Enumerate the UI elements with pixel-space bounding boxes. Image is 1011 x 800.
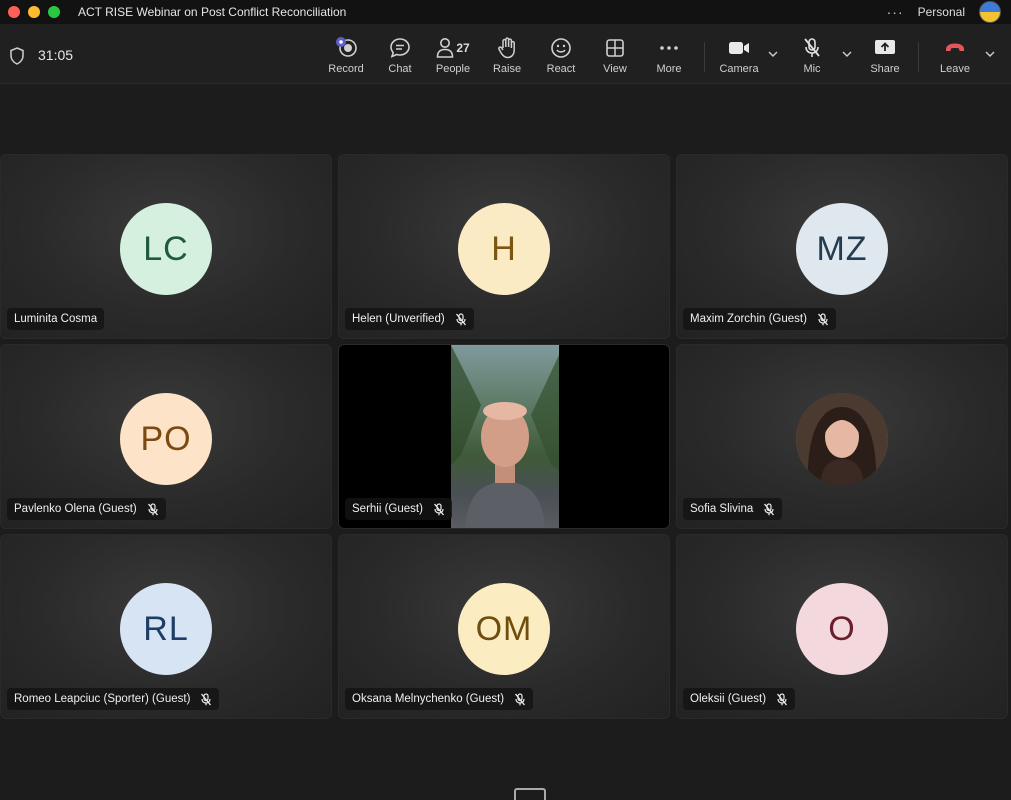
shield-icon[interactable] bbox=[9, 47, 25, 65]
camera-options-chevron-icon[interactable] bbox=[768, 50, 778, 58]
muted-mic-icon bbox=[763, 502, 775, 516]
window-title: ACT RISE Webinar on Post Conflict Reconc… bbox=[78, 5, 347, 19]
chat-icon bbox=[390, 38, 410, 58]
participant-tile[interactable]: O Oleksii (Guest) bbox=[676, 534, 1008, 719]
participant-video bbox=[451, 345, 559, 528]
participant-name: Luminita Cosma bbox=[14, 313, 98, 325]
leave-label: Leave bbox=[940, 63, 970, 75]
mic-label: Mic bbox=[803, 63, 821, 75]
zoom-window-button[interactable] bbox=[48, 6, 60, 18]
participant-tile[interactable]: OM Oksana Melnychenko (Guest) bbox=[338, 534, 670, 719]
view-button[interactable]: View bbox=[590, 36, 640, 75]
participant-name: Helen (Unverified) bbox=[352, 313, 445, 325]
title-bar: ACT RISE Webinar on Post Conflict Reconc… bbox=[0, 0, 1011, 24]
ellipsis-icon bbox=[660, 46, 678, 50]
share-label: Share bbox=[870, 63, 900, 75]
record-label: Record bbox=[328, 63, 364, 75]
participant-name-tag: Oksana Melnychenko (Guest) bbox=[345, 688, 534, 710]
people-icon bbox=[437, 38, 454, 58]
initials-avatar: MZ bbox=[796, 203, 888, 295]
share-screen-icon bbox=[875, 40, 895, 54]
meeting-toolbar: 31:05 Record Chat 27 People Raise React … bbox=[0, 24, 1011, 84]
participant-tile[interactable]: MZ Maxim Zorchin (Guest) bbox=[676, 154, 1008, 339]
more-button[interactable]: More bbox=[644, 36, 694, 75]
participant-name-tag: Romeo Leapciuc (Sporter) (Guest) bbox=[7, 688, 220, 710]
participant-name-tag: Luminita Cosma bbox=[7, 308, 105, 330]
more-label: More bbox=[656, 63, 682, 75]
minimize-window-button[interactable] bbox=[28, 6, 40, 18]
mic-button[interactable]: Mic bbox=[787, 36, 837, 75]
muted-mic-icon bbox=[455, 312, 467, 326]
people-count: 27 bbox=[456, 41, 470, 55]
toolbar-divider bbox=[918, 42, 919, 72]
profile-avatar[interactable] bbox=[979, 1, 1001, 23]
participant-tile[interactable]: Sofia Slivina bbox=[676, 344, 1008, 529]
hang-up-icon bbox=[946, 43, 964, 51]
muted-mic-icon bbox=[147, 502, 159, 516]
chat-label: Chat bbox=[388, 63, 412, 75]
profile-photo-avatar bbox=[796, 393, 888, 485]
initials-avatar: PO bbox=[120, 393, 212, 485]
close-window-button[interactable] bbox=[8, 6, 20, 18]
muted-mic-icon bbox=[433, 502, 445, 516]
muted-mic-icon bbox=[776, 692, 788, 706]
muted-mic-icon bbox=[200, 692, 212, 706]
mic-options-chevron-icon[interactable] bbox=[842, 50, 852, 58]
meeting-timer: 31:05 bbox=[38, 47, 74, 63]
muted-mic-icon bbox=[817, 312, 829, 326]
camera-label: Camera bbox=[719, 63, 759, 75]
raise-label: Raise bbox=[492, 63, 522, 75]
initials-avatar: H bbox=[458, 203, 550, 295]
share-button[interactable]: Share bbox=[860, 36, 910, 75]
participant-name: Maxim Zorchin (Guest) bbox=[690, 313, 807, 325]
camera-button[interactable]: Camera bbox=[714, 36, 764, 75]
participant-tile[interactable]: Serhii (Guest) bbox=[338, 344, 670, 529]
account-label[interactable]: Personal bbox=[918, 5, 965, 19]
raise-hand-button[interactable]: Raise bbox=[482, 36, 532, 75]
participant-name: Oleksii (Guest) bbox=[690, 693, 767, 705]
participant-name-tag: Helen (Unverified) bbox=[345, 308, 474, 330]
window-controls bbox=[8, 6, 60, 18]
initials-avatar: O bbox=[796, 583, 888, 675]
participant-tile[interactable]: H Helen (Unverified) bbox=[338, 154, 670, 339]
participant-name: Sofia Slivina bbox=[690, 503, 754, 515]
react-button[interactable]: React bbox=[536, 36, 586, 75]
participant-name: Oksana Melnychenko (Guest) bbox=[352, 693, 505, 705]
stage-handle[interactable] bbox=[514, 788, 546, 800]
leave-button[interactable]: Leave bbox=[930, 36, 980, 75]
participant-name-tag: Pavlenko Olena (Guest) bbox=[7, 498, 166, 520]
grid-view-icon bbox=[606, 39, 624, 57]
participant-tile[interactable]: PO Pavlenko Olena (Guest) bbox=[0, 344, 332, 529]
initials-avatar: OM bbox=[458, 583, 550, 675]
camera-icon bbox=[729, 42, 749, 54]
participant-name-tag: Oleksii (Guest) bbox=[683, 688, 796, 710]
muted-mic-icon bbox=[514, 692, 526, 706]
participant-name: Pavlenko Olena (Guest) bbox=[14, 503, 137, 515]
chat-button[interactable]: Chat bbox=[375, 36, 425, 75]
people-label: People bbox=[435, 63, 471, 75]
participant-name: Serhii (Guest) bbox=[352, 503, 423, 515]
more-options-icon[interactable]: ··· bbox=[887, 4, 904, 20]
react-label: React bbox=[546, 63, 576, 75]
leave-options-chevron-icon[interactable] bbox=[985, 50, 995, 58]
initials-avatar: LC bbox=[120, 203, 212, 295]
participant-name-tag: Serhii (Guest) bbox=[345, 498, 452, 520]
participant-tile[interactable]: RL Romeo Leapciuc (Sporter) (Guest) bbox=[0, 534, 332, 719]
participant-tile[interactable]: LC Luminita Cosma bbox=[0, 154, 332, 339]
people-button[interactable]: 27 People bbox=[428, 36, 478, 75]
mic-off-icon bbox=[804, 38, 820, 57]
initials-avatar: RL bbox=[120, 583, 212, 675]
toolbar-divider bbox=[704, 42, 705, 72]
smiley-icon bbox=[551, 38, 571, 58]
participant-name-tag: Maxim Zorchin (Guest) bbox=[683, 308, 836, 330]
record-icon bbox=[336, 37, 357, 57]
record-button[interactable]: Record bbox=[321, 36, 371, 75]
participant-name-tag: Sofia Slivina bbox=[683, 498, 783, 520]
participant-name: Romeo Leapciuc (Sporter) (Guest) bbox=[14, 693, 191, 705]
raise-hand-icon bbox=[498, 37, 515, 59]
view-label: View bbox=[603, 63, 627, 75]
